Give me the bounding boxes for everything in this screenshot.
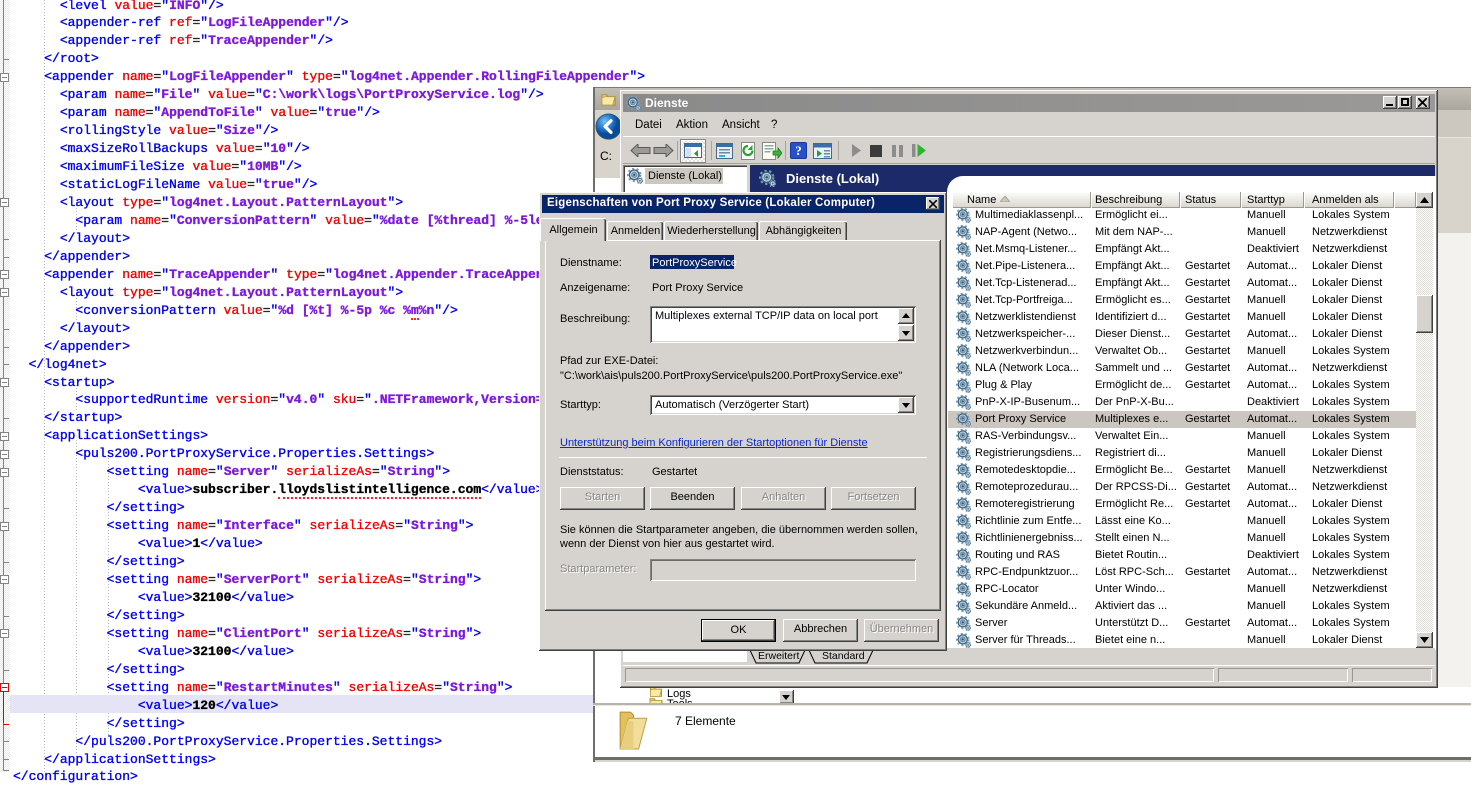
svg-text:?: ? (795, 143, 802, 158)
